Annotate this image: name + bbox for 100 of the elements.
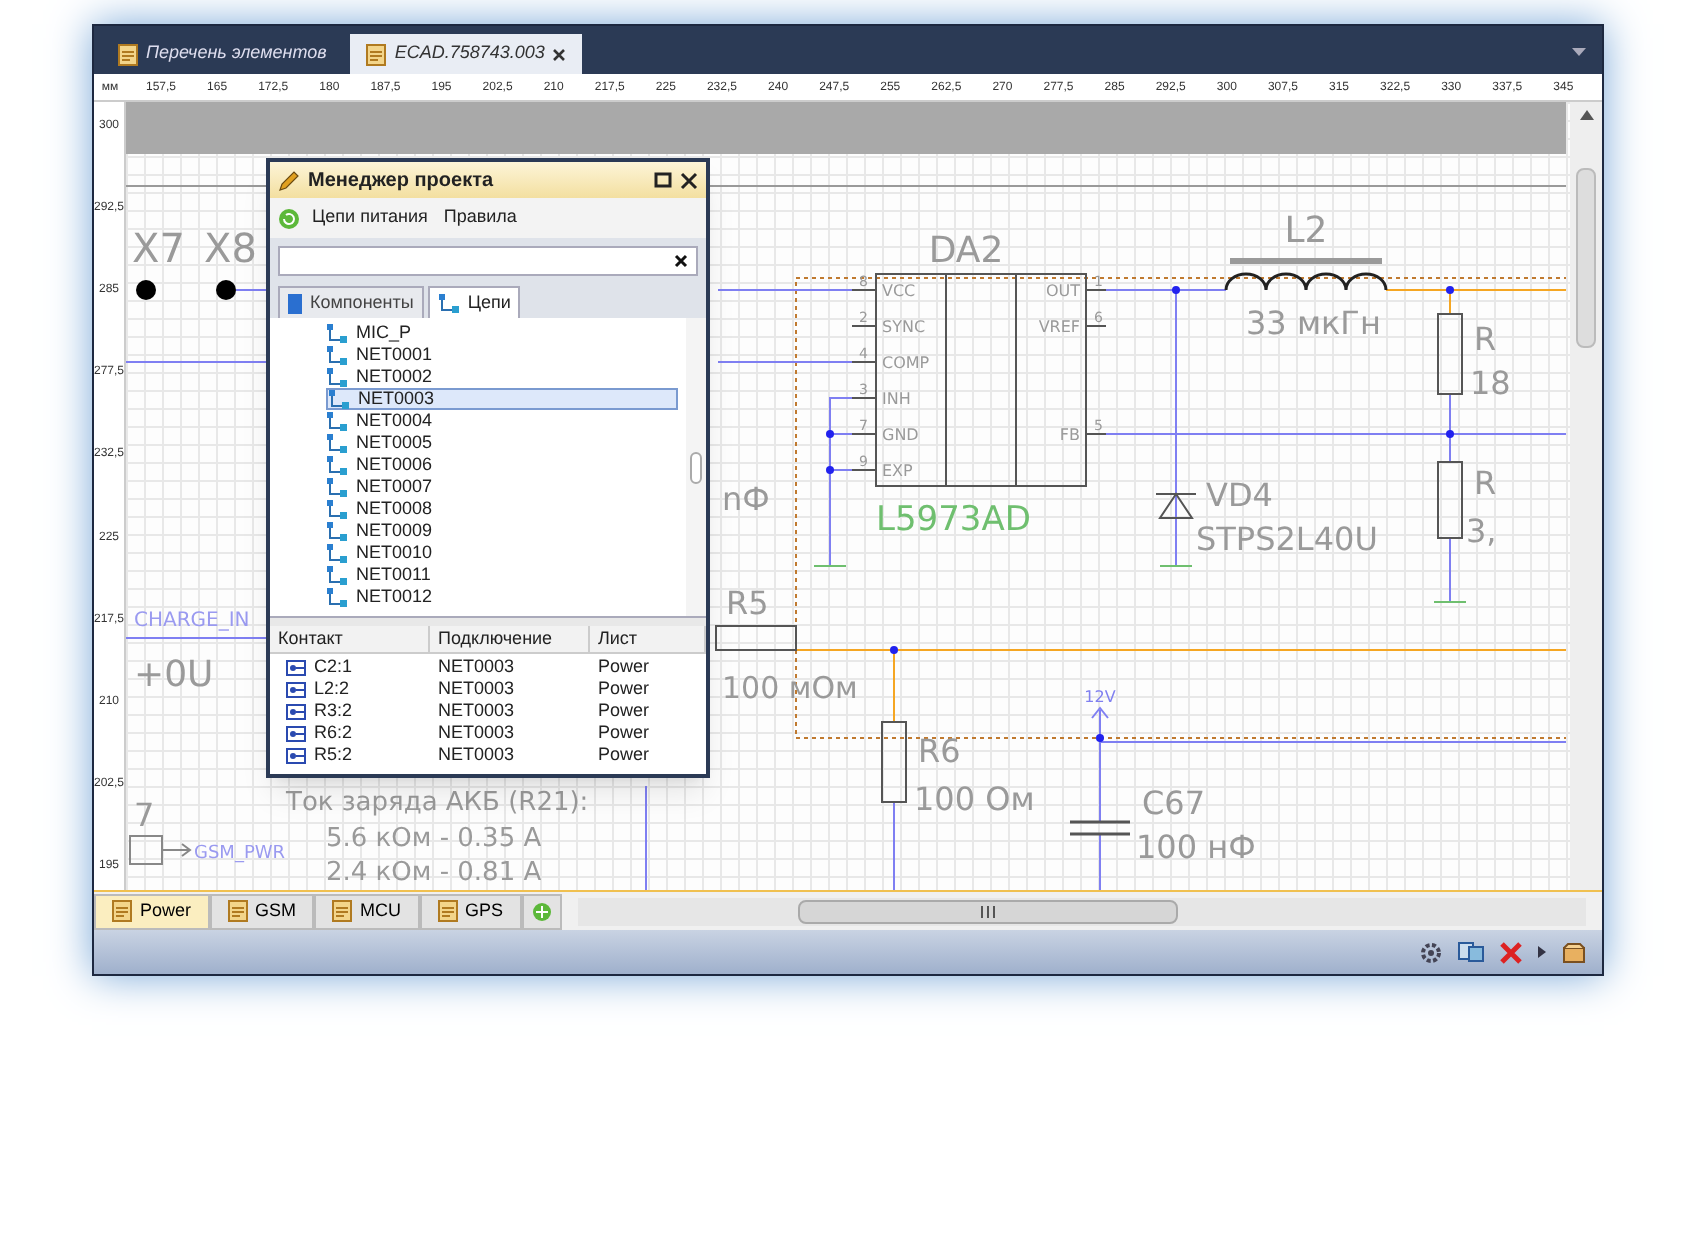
sheet-tab[interactable]: Power [94,893,210,929]
component-value: 33 мкГн [1246,304,1381,342]
net-icon [326,565,348,585]
component-ref: C67 [1142,784,1206,822]
maximize-icon[interactable] [654,172,672,188]
net-item[interactable]: NET0007 [326,476,686,498]
column-header[interactable]: Контакт [270,626,430,653]
net-item[interactable]: NET0004 [326,410,686,432]
net-icon [326,521,348,541]
arrow-right-icon[interactable] [1538,946,1546,958]
pin-icon [286,747,306,764]
close-icon[interactable] [680,171,698,189]
net-item[interactable]: NET0009 [326,520,686,542]
power-port-label: 12V [1084,688,1116,706]
component-value: 100 мОм [722,670,858,706]
search-field[interactable] [278,245,698,275]
scrollbar-thumb[interactable] [1576,168,1596,348]
clear-icon[interactable] [674,253,688,267]
table-cell-text: Power [596,654,652,680]
toolbar-button[interactable]: Цепи питания [308,204,432,232]
table-cell-text: NET0003 [436,676,517,702]
column-header[interactable]: Подключение [430,626,590,653]
table-cell-text: Power [596,676,652,702]
table-cell-text: Power [596,698,652,724]
note-line: 5.6 кОм - 0.35 А [326,824,542,854]
resistor-symbol [881,721,907,803]
net-item[interactable]: NET0006 [326,454,686,476]
pin-icon [286,659,306,676]
toolbar-button[interactable]: Правила [439,204,521,232]
table-cell-text: R5:2 [314,742,353,768]
net-icon [326,543,348,563]
component-ref: VD4 [1206,476,1273,514]
component-ref: R6 [918,732,961,770]
connector-label: X8 [204,224,257,272]
windows-icon[interactable] [1458,942,1484,962]
net-icon [326,367,348,387]
component-value: 100 Ом [914,780,1035,818]
scrollbar-thumb[interactable] [690,451,702,483]
net-item[interactable]: MIC_P [326,322,686,344]
table-cell-text: R3:2 [314,698,353,724]
resistor-symbol [1437,461,1463,539]
column-header[interactable]: Лист [590,626,706,653]
junction-dot [1446,286,1454,294]
note-title: Ток заряда АКБ (R21): [286,788,589,818]
net-item[interactable]: NET0008 [326,498,686,520]
junction-dot [826,466,834,474]
table-cell-text: L2:2 [314,676,350,702]
panel-tab[interactable]: Компоненты [278,286,424,318]
add-sheet-button[interactable] [521,893,562,929]
sheet-tab[interactable]: MCU [314,893,420,929]
wire [1099,833,1101,890]
sheet-icon [332,900,353,922]
sheet-icon [112,900,132,922]
table-cell-text: R6:2 [314,720,353,746]
refresh-icon[interactable] [278,207,300,229]
sheet-frame-line [126,185,267,187]
sheet-tab[interactable]: GPS [419,893,522,929]
scrollbar[interactable] [686,318,706,616]
horizontal-scrollbar[interactable] [577,897,1586,925]
note-line: 2.4 кОм - 0.81 А [326,858,542,888]
panel-tab[interactable]: Цепи [427,286,521,318]
component-ref: R [1474,320,1497,358]
document-tab[interactable]: ECAD.758743.003 [350,34,583,74]
net-icon [437,293,460,313]
net-item[interactable]: NET0012 [326,586,686,608]
sheet-icon [118,43,138,65]
net-icon [326,323,348,343]
pin-name: OUT [1045,282,1080,300]
pin-name: COMP [882,354,930,372]
net-item[interactable]: NET0010 [326,542,686,564]
net-item[interactable]: NET0011 [326,564,686,586]
wire [717,361,853,363]
table-cell-text: NET0003 [436,654,517,680]
document-tab[interactable]: Перечень элементов [102,34,343,74]
net-port-drawing [129,835,192,865]
net-label: GSM_PWR [194,844,286,864]
net-item[interactable]: NET0001 [326,344,686,366]
box-icon[interactable] [1562,941,1586,963]
settings-icon[interactable] [1420,941,1442,963]
component-ref: DA2 [928,230,1004,272]
vertical-scrollbar[interactable] [1570,102,1602,890]
book-icon [288,293,302,313]
junction-dot [1096,734,1104,742]
plus-icon [531,901,552,921]
component-value: nФ [722,480,770,518]
table-cell-text: Power [596,720,652,746]
wire [126,637,267,639]
sheet-tab[interactable]: GSM [209,893,315,929]
scrollbar-thumb[interactable] [797,899,1178,923]
table-cell-text: NET0003 [436,742,517,768]
close-icon[interactable] [552,47,567,61]
net-item[interactable]: NET0002 [326,366,686,388]
net-item[interactable]: NET0005 [326,432,686,454]
pin-label: 7 [134,796,155,834]
junction-dot [1446,430,1454,438]
net-item[interactable]: NET0003 [326,388,678,410]
net-icon [328,389,350,409]
dropdown-caret-icon[interactable] [1572,48,1586,58]
connector-label: X7 [132,224,185,272]
scroll-up-icon[interactable] [1579,110,1593,120]
